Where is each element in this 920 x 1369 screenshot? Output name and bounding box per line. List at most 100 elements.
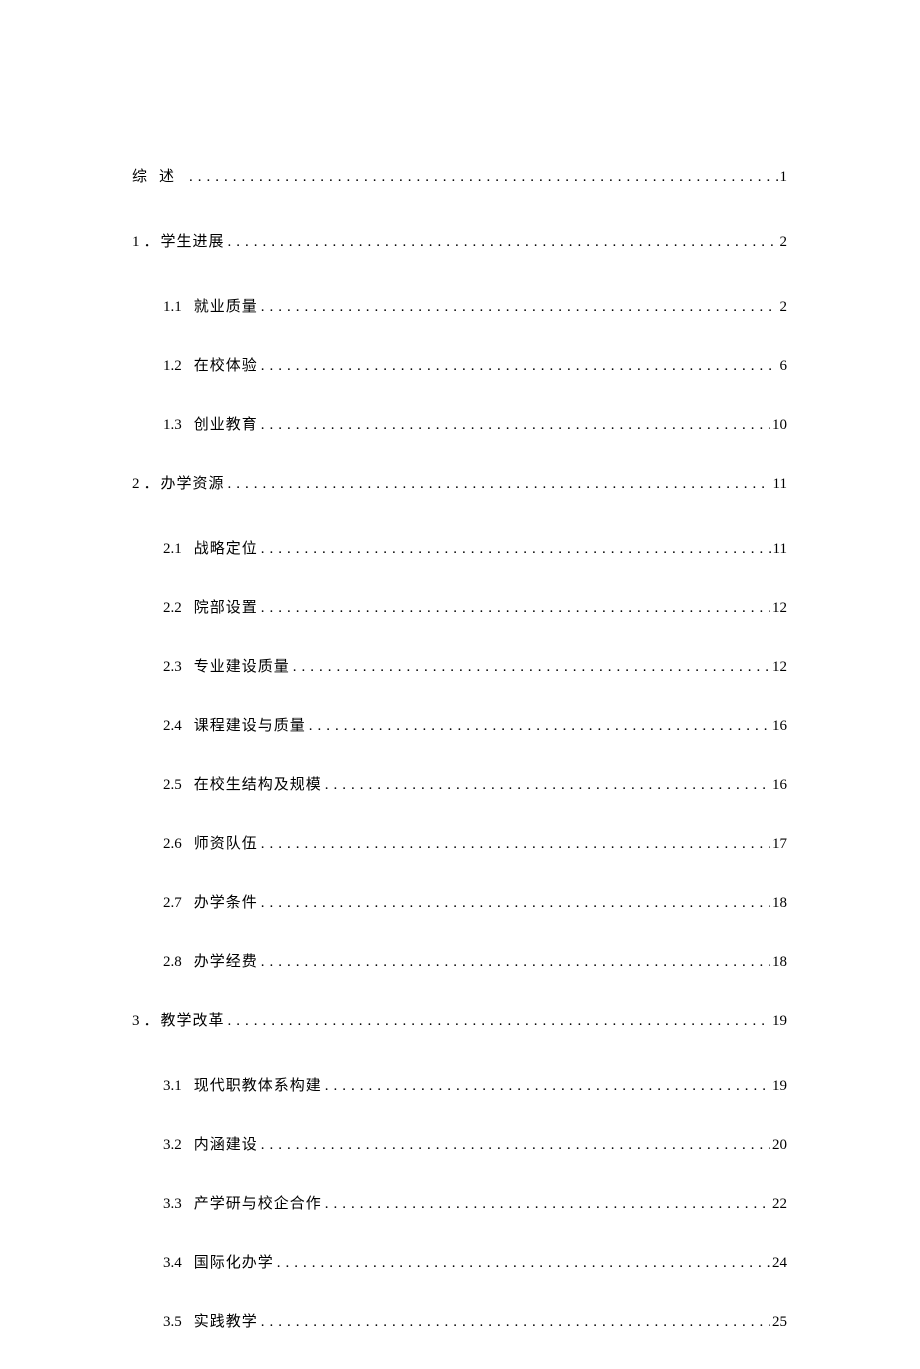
toc-title: 师资队伍 (194, 832, 258, 853)
toc-title: 在校体验 (194, 354, 258, 375)
toc-leader-dots (186, 169, 777, 186)
toc-number: 2.6 (163, 836, 182, 853)
toc-entry: 3.4 国际化办学 24 (163, 1251, 787, 1272)
toc-entry: 2.7 办学条件 18 (163, 891, 787, 912)
toc-number: 2 (132, 476, 140, 493)
toc-number: 1 (132, 234, 140, 251)
toc-title: 院部设置 (194, 596, 258, 617)
toc-leader-dots (258, 299, 778, 316)
toc-entry: 2.3 专业建设质量 12 (163, 655, 787, 676)
toc-title: 办学条件 (194, 891, 258, 912)
toc-title: 创业教育 (194, 413, 258, 434)
toc-page-number: 17 (770, 836, 787, 853)
toc-leader-dots (274, 1255, 770, 1272)
toc-page-number: 10 (770, 417, 787, 434)
toc-title: 在校生结构及规模 (194, 773, 322, 794)
toc-number: 1.1 (163, 299, 182, 316)
toc-page-number: 11 (771, 541, 787, 558)
toc-title: 实践教学 (194, 1310, 258, 1331)
toc-page-number: 2 (778, 299, 788, 316)
toc-container: 综述11．学生进展21.1就业质量21.2在校体验61.3创业教育102．办学资… (132, 165, 787, 1369)
toc-title: 专业建设质量 (194, 655, 290, 676)
toc-number: 2.1 (163, 541, 182, 558)
toc-number: 3.5 (163, 1314, 182, 1331)
toc-title: 内涵建设 (194, 1133, 258, 1154)
toc-leader-dots (258, 417, 770, 434)
toc-separator: ． (144, 472, 159, 493)
toc-page-number: 18 (770, 954, 787, 971)
toc-page-number: 24 (770, 1255, 787, 1272)
toc-number: 3.2 (163, 1137, 182, 1154)
toc-title: 课程建设与质量 (194, 714, 306, 735)
toc-number: 2.4 (163, 718, 182, 735)
toc-title: 综述 (132, 165, 186, 186)
toc-title: 教学改革 (161, 1009, 225, 1030)
toc-page-number: 16 (770, 718, 787, 735)
toc-leader-dots (258, 358, 778, 375)
toc-page-number: 2 (778, 234, 788, 251)
toc-leader-dots (306, 718, 770, 735)
toc-page-number: 19 (770, 1013, 787, 1030)
toc-page-number: 20 (770, 1137, 787, 1154)
toc-entry: 2.1 战略定位 11 (163, 537, 787, 558)
toc-number: 2.2 (163, 600, 182, 617)
toc-leader-dots (290, 659, 770, 676)
toc-number: 2.3 (163, 659, 182, 676)
toc-number: 3.1 (163, 1078, 182, 1095)
toc-number: 3.3 (163, 1196, 182, 1213)
toc-entry: 1．学生进展 2 (132, 230, 787, 251)
toc-number: 2.5 (163, 777, 182, 794)
toc-entry: 2.5 在校生结构及规模 16 (163, 773, 787, 794)
toc-separator: ． (144, 230, 159, 251)
toc-page-number: 16 (770, 777, 787, 794)
toc-leader-dots (258, 1137, 770, 1154)
toc-leader-dots (225, 476, 771, 493)
toc-page-number: 12 (770, 600, 787, 617)
toc-separator: ． (144, 1009, 159, 1030)
toc-entry: 综述 1 (132, 165, 787, 186)
toc-leader-dots (225, 234, 778, 251)
toc-page-number: 18 (770, 895, 787, 912)
toc-leader-dots (258, 600, 770, 617)
toc-entry: 3．教学改革19 (132, 1009, 787, 1030)
toc-title: 国际化办学 (194, 1251, 274, 1272)
toc-leader-dots (258, 1314, 770, 1331)
toc-entry: 1.2 在校体验 6 (163, 354, 787, 375)
toc-number: 1.3 (163, 417, 182, 434)
toc-leader-dots (258, 895, 770, 912)
toc-title: 办学资源 (161, 472, 225, 493)
toc-leader-dots (258, 836, 770, 853)
toc-leader-dots (225, 1013, 770, 1030)
toc-entry: 2.6 师资队伍 17 (163, 832, 787, 853)
toc-entry: 2.8 办学经费 18 (163, 950, 787, 971)
toc-leader-dots (322, 1078, 770, 1095)
toc-leader-dots (322, 1196, 770, 1213)
toc-number: 3.4 (163, 1255, 182, 1272)
toc-leader-dots (258, 541, 771, 558)
toc-entry: 2.2 院部设置 12 (163, 596, 787, 617)
toc-entry: 2．办学资源 11 (132, 472, 787, 493)
toc-number: 1.2 (163, 358, 182, 375)
toc-number: 2.7 (163, 895, 182, 912)
toc-page-number: 22 (770, 1196, 787, 1213)
toc-entry: 3.5实践教学25 (163, 1310, 787, 1331)
toc-entry: 3.3 产学研与校企合作 22 (163, 1192, 787, 1213)
toc-page-number: 11 (771, 476, 787, 493)
toc-title: 就业质量 (194, 295, 258, 316)
toc-number: 2.8 (163, 954, 182, 971)
toc-page-number: 19 (770, 1078, 787, 1095)
toc-entry: 3.2 内涵建设 20 (163, 1133, 787, 1154)
toc-page-number: 1 (778, 169, 788, 186)
toc-title: 学生进展 (161, 230, 225, 251)
toc-title: 产学研与校企合作 (194, 1192, 322, 1213)
toc-leader-dots (322, 777, 770, 794)
toc-entry: 2.4 课程建设与质量 16 (163, 714, 787, 735)
toc-leader-dots (258, 954, 770, 971)
toc-page-number: 12 (770, 659, 787, 676)
toc-title: 战略定位 (194, 537, 258, 558)
toc-page-number: 6 (778, 358, 788, 375)
toc-entry: 1.3 创业教育 10 (163, 413, 787, 434)
toc-title: 办学经费 (194, 950, 258, 971)
toc-entry: 1.1 就业质量 2 (163, 295, 787, 316)
toc-entry: 3.1现代职教体系构建19 (163, 1074, 787, 1095)
